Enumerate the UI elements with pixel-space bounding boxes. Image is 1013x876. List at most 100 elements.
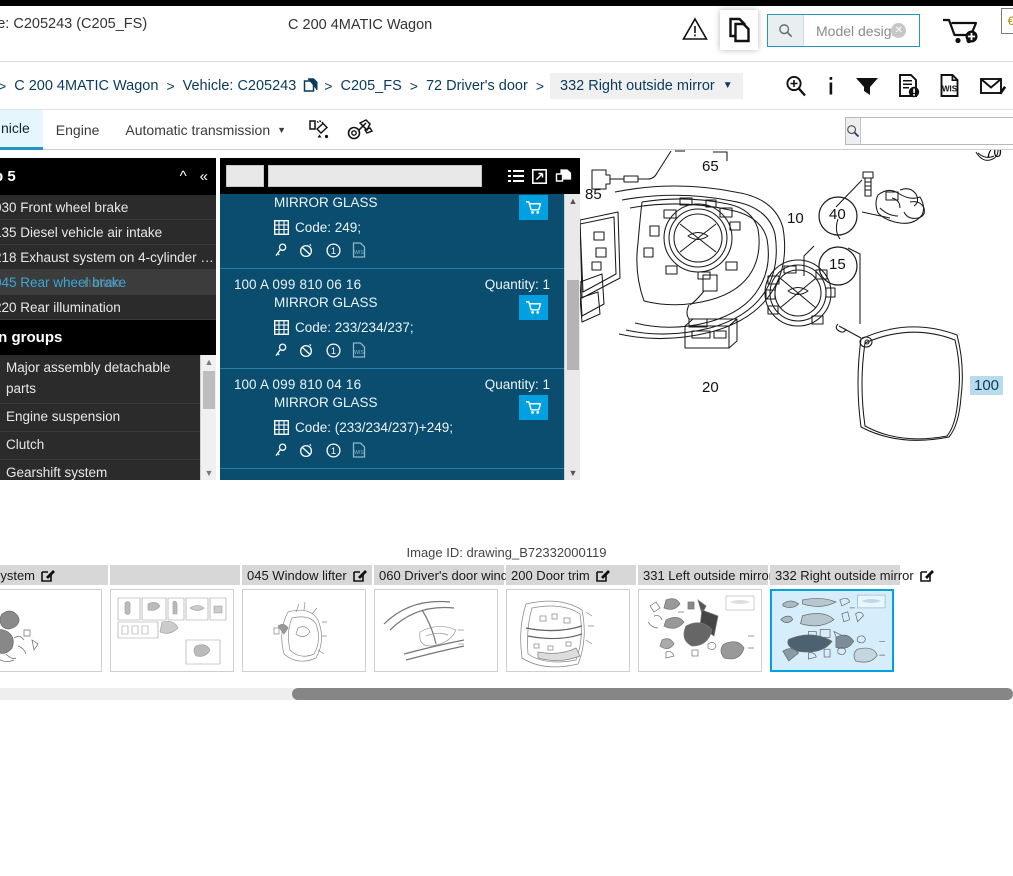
thumbnail-image[interactable]	[242, 589, 366, 672]
thumbnail-cell-0[interactable]: g system	[0, 565, 108, 672]
edit-icon[interactable]	[352, 568, 367, 582]
thumbnail-image[interactable]	[770, 589, 894, 672]
breadcrumb-item-2[interactable]: C205_FS	[338, 78, 403, 94]
copy-icon[interactable]	[303, 77, 318, 94]
table-row[interactable]: MIRROR GLASS Code: 249; 1 WIS	[220, 194, 564, 269]
mail-edit-icon[interactable]	[979, 74, 1007, 98]
clear-x-icon[interactable]: ✕	[891, 23, 907, 38]
sidebar-group-gearshift-system[interactable]: Gearshift system	[0, 460, 216, 480]
document-alert-icon[interactable]	[897, 73, 921, 99]
paint-icon[interactable]	[299, 343, 315, 358]
tab-vehicle[interactable]: nicle	[0, 109, 43, 150]
thumbnail-image[interactable]	[0, 589, 102, 672]
scrollbar-thumb[interactable]	[203, 371, 215, 409]
sidebar-scrollbar[interactable]: ▲ ▼	[200, 355, 216, 480]
edit-icon[interactable]	[919, 568, 934, 582]
key-icon[interactable]	[274, 342, 288, 358]
info-icon[interactable]	[825, 74, 837, 98]
thumbnail-cell-045-window-lifter[interactable]: 045 Window lifter	[242, 565, 372, 672]
paint-icon[interactable]	[299, 243, 315, 258]
thumbnail-title[interactable]: 060 Driver's door window system	[374, 565, 590, 585]
wis-icon[interactable]: WIS	[352, 242, 366, 258]
thumbnail-title[interactable]: 200 Door trim	[506, 565, 636, 585]
bolt-parts-icon[interactable]	[339, 117, 381, 143]
scrollbar-thumb[interactable]	[567, 280, 579, 370]
edit-icon[interactable]	[595, 568, 610, 582]
key-icon[interactable]	[274, 242, 288, 258]
note-1-icon[interactable]: 1	[326, 242, 341, 258]
callout-15[interactable]: 15	[829, 256, 846, 273]
expand-icon[interactable]	[532, 168, 547, 184]
sidebar-item-135[interactable]: 135 Diesel vehicle air intake	[0, 220, 216, 245]
key-icon[interactable]	[274, 442, 288, 458]
thumbnail-title[interactable]: 331 Left outside mirror	[638, 565, 794, 585]
wis-icon[interactable]: WIS	[352, 442, 366, 458]
thumbnail-cell-332-right-outside-mirror[interactable]: 332 Right outside mirror	[770, 565, 934, 672]
chevron-up-icon[interactable]: ^	[180, 169, 187, 184]
thumbnail-image[interactable]	[110, 589, 234, 672]
thumbnail-cell-060-drivers-door-window-system[interactable]: 060 Driver's door window system	[374, 565, 590, 672]
callout-10[interactable]: 10	[787, 210, 804, 227]
callout-20[interactable]: 20	[702, 379, 719, 396]
sidebar-group-engine-suspension[interactable]: Engine suspension	[0, 404, 216, 432]
breadcrumb-item-1[interactable]: Vehicle: C205243	[181, 78, 299, 94]
thumbnail-image[interactable]	[374, 589, 498, 672]
chevron-down-icon[interactable]: ▼	[723, 80, 733, 91]
breadcrumb-item-3[interactable]: 72 Driver's door	[424, 78, 530, 94]
add-to-cart-icon[interactable]	[942, 16, 980, 48]
table-row[interactable]: 100 A 099 810 04 16 Quantity: 1 MIRROR G…	[220, 369, 564, 469]
table-row[interactable]: 100 A 099 810 06 16 Quantity: 1 MIRROR G…	[220, 269, 564, 369]
paint-icon[interactable]	[299, 443, 315, 458]
tab-automatic-transmission[interactable]: Automatic transmission ▼	[112, 110, 299, 150]
global-search-field[interactable]	[845, 117, 1013, 145]
thumbnail-image[interactable]	[638, 589, 762, 672]
sidebar-item-045[interactable]: nation 045 Rear wheel brake	[0, 270, 216, 295]
sidebar-item-220[interactable]: 220 Rear illumination	[0, 295, 216, 320]
wis-document-icon[interactable]: WIS	[938, 73, 962, 99]
thumbnail-title[interactable]: 045 Window lifter	[242, 565, 372, 585]
thumbnail-title[interactable]: 332 Right outside mirror	[770, 565, 934, 585]
double-chevron-left-icon[interactable]: «	[200, 169, 208, 184]
edit-icon[interactable]	[41, 568, 56, 582]
thumbnail-cell-1[interactable]	[110, 565, 240, 672]
currency-button[interactable]: €	[1001, 8, 1013, 34]
chevron-down-icon[interactable]: ▼	[277, 125, 286, 135]
callout-70[interactable]: 70	[985, 150, 1002, 161]
wis-icon[interactable]: WIS	[352, 342, 366, 358]
thumbnail-cell-200-door-trim[interactable]: 200 Door trim	[506, 565, 636, 672]
add-part-to-cart-button[interactable]	[519, 395, 548, 420]
model-design-value[interactable]: Model design ✕	[804, 23, 919, 39]
list-view-icon[interactable]	[508, 169, 524, 183]
thumbnail-image[interactable]	[506, 589, 630, 672]
parts-filter-button[interactable]	[226, 165, 264, 187]
add-part-to-cart-button[interactable]	[519, 295, 548, 320]
thumbnail-cell-331-left-outside-mirror[interactable]: 331 Left outside mirror	[638, 565, 794, 672]
warning-triangle-icon[interactable]	[681, 15, 709, 43]
thumbnail-title[interactable]: g system	[0, 565, 108, 585]
callout-65[interactable]: 65	[702, 158, 719, 175]
note-1-icon[interactable]: 1	[326, 342, 341, 358]
search-icon[interactable]	[768, 15, 804, 46]
sidebar-group-clutch[interactable]: Clutch	[0, 432, 216, 460]
callout-100[interactable]: 100	[970, 376, 1004, 395]
scrollbar-thumb[interactable]	[292, 688, 1013, 700]
zoom-in-icon[interactable]	[784, 74, 808, 98]
copy-documents-icon[interactable]	[720, 10, 758, 50]
exploded-view-drawing[interactable]: 70 65 85 10 40 15 20 100	[580, 150, 1013, 480]
paint-code-icon[interactable]	[299, 117, 339, 143]
horizontal-scrollbar[interactable]	[0, 688, 1013, 700]
sidebar-item-218[interactable]: 218 Exhaust system on 4-cylinder …	[0, 245, 216, 270]
scroll-down-arrow-icon[interactable]: ▼	[565, 466, 580, 480]
model-design-search[interactable]: Model design ✕	[767, 14, 920, 47]
note-1-icon[interactable]: 1	[326, 442, 341, 458]
breadcrumb-item-0[interactable]: C 200 4MATIC Wagon	[12, 78, 160, 94]
sidebar-group-major-assembly[interactable]: Major assembly detachable parts	[0, 355, 216, 404]
scroll-down-arrow-icon[interactable]: ▼	[201, 466, 216, 480]
scroll-up-arrow-icon[interactable]: ▲	[201, 355, 216, 369]
breadcrumb-active-dropdown[interactable]: 332 Right outside mirror ▼	[550, 72, 743, 99]
filter-icon[interactable]	[854, 74, 880, 98]
detach-window-icon[interactable]	[555, 168, 572, 184]
parts-scrollbar[interactable]: ▲ ▼	[564, 194, 580, 480]
tab-engine[interactable]: Engine	[43, 110, 113, 150]
add-part-to-cart-button[interactable]	[519, 195, 548, 220]
